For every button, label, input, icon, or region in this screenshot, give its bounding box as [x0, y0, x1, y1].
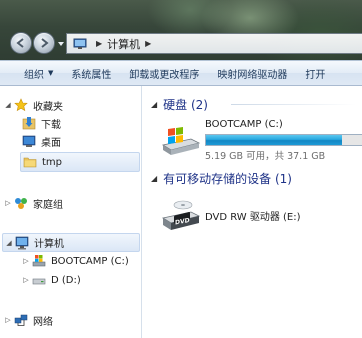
sidebar-item-label: 收藏夹	[33, 101, 63, 113]
system-properties-label: 系统属性	[71, 69, 112, 81]
forward-button[interactable]	[33, 32, 55, 54]
back-arrow-icon	[16, 38, 24, 48]
breadcrumb-separator-icon[interactable]: ▶	[96, 39, 102, 48]
sidebar-item-label: 下载	[41, 119, 61, 131]
organize-label: 组织	[24, 69, 44, 81]
navigation-pane: ◢ 收藏夹 下载 桌面 tmp ▷ 家庭组 ◢ 计算机 ▷ BOOTCAMP (…	[0, 86, 142, 338]
sidebar-item-favorites[interactable]: ◢ 收藏夹	[4, 96, 63, 114]
breadcrumb-separator-icon[interactable]: ▶	[145, 39, 151, 48]
drive-name: DVD RW 驱动器 (E:)	[205, 212, 301, 223]
dvd-drive-icon: DVD	[161, 200, 201, 230]
sidebar-item-bootcamp[interactable]: ▷ BOOTCAMP (C:)	[22, 252, 129, 270]
collapsed-arrow-icon[interactable]: ▷	[22, 276, 30, 284]
computer-icon	[73, 38, 87, 49]
group-header-label: 硬盘 (2)	[163, 97, 208, 112]
drive-tile-bootcamp[interactable]: BOOTCAMP (C:) 5.19 GB 可用，共 37.1 GB	[161, 119, 362, 165]
drive-usage-bar	[205, 134, 362, 146]
drive-icon	[32, 278, 46, 285]
group-header-removable-storage[interactable]: ◢ 有可移动存储的设备 (1)	[151, 170, 362, 186]
system-properties-button[interactable]: 系统属性	[62, 61, 120, 85]
computer-icon	[15, 236, 29, 249]
chevron-down-icon: ▼	[48, 69, 54, 77]
sidebar-item-tmp[interactable]: tmp	[20, 152, 140, 172]
content-pane: ◢ 硬盘 (2) BOOTCAMP (C:) 5.19 GB 可用，共 37.1…	[143, 86, 362, 338]
expanded-arrow-icon[interactable]: ◢	[151, 174, 157, 183]
sidebar-item-drive-d[interactable]: ▷ D (D:)	[22, 271, 81, 289]
group-header-hard-drives[interactable]: ◢ 硬盘 (2)	[151, 96, 356, 112]
breadcrumb-computer[interactable]: 计算机	[107, 36, 140, 52]
desktop-icon	[22, 135, 36, 147]
uninstall-program-button[interactable]: 卸载或更改程序	[120, 61, 208, 85]
address-bar[interactable]: ▶ 计算机 ▶	[66, 33, 362, 54]
map-network-drive-button[interactable]: 映射网络驱动器	[208, 61, 296, 85]
expanded-arrow-icon[interactable]: ◢	[4, 101, 12, 109]
sidebar-item-label: 网络	[33, 316, 53, 328]
sidebar-item-label: D (D:)	[51, 274, 81, 286]
sidebar-item-network[interactable]: ▷ 网络	[4, 311, 53, 329]
back-button[interactable]	[10, 32, 32, 54]
sidebar-item-label: 家庭组	[33, 199, 63, 211]
collapsed-arrow-icon[interactable]: ▷	[4, 199, 12, 207]
group-header-label: 有可移动存储的设备 (1)	[163, 171, 292, 186]
sidebar-item-homegroup[interactable]: ▷ 家庭组	[4, 194, 63, 212]
organize-button[interactable]: 组织 ▼	[0, 61, 62, 85]
open-button[interactable]: 打开	[296, 61, 334, 85]
map-network-drive-label: 映射网络驱动器	[217, 69, 288, 81]
sidebar-item-label: 计算机	[34, 239, 64, 250]
collapsed-arrow-icon[interactable]: ▷	[22, 257, 30, 265]
sidebar-item-computer[interactable]: ◢ 计算机	[2, 233, 140, 252]
forward-arrow-icon	[41, 38, 49, 48]
expanded-arrow-icon[interactable]: ◢	[151, 100, 157, 109]
sidebar-item-label: tmp	[42, 156, 63, 168]
downloads-folder-icon	[22, 117, 36, 130]
expanded-arrow-icon[interactable]: ◢	[5, 239, 13, 247]
drive-name: BOOTCAMP (C:)	[205, 119, 283, 130]
sidebar-item-downloads[interactable]: 下载	[22, 114, 61, 132]
sidebar-item-label: BOOTCAMP (C:)	[51, 255, 129, 267]
window-title-area: ▶ 计算机 ▶	[0, 0, 362, 60]
open-label: 打开	[305, 69, 326, 81]
star-icon	[14, 98, 28, 112]
folder-icon	[23, 157, 37, 168]
homegroup-icon	[15, 198, 27, 209]
windows-drive-icon	[32, 255, 46, 267]
command-bar: 组织 ▼ 系统属性 卸载或更改程序 映射网络驱动器 打开	[0, 60, 362, 86]
drive-tile-dvd[interactable]: DVD DVD RW 驱动器 (E:)	[161, 194, 361, 240]
recent-pages-chevron-icon[interactable]	[57, 40, 65, 48]
drive-free-space: 5.19 GB 可用，共 37.1 GB	[205, 151, 326, 162]
collapsed-arrow-icon[interactable]: ▷	[4, 316, 12, 324]
network-icon	[14, 314, 28, 326]
windows-hard-drive-icon	[161, 127, 201, 155]
group-divider	[231, 104, 356, 105]
sidebar-item-desktop[interactable]: 桌面	[22, 132, 61, 150]
drive-usage-fill	[206, 135, 342, 145]
uninstall-program-label: 卸载或更改程序	[129, 69, 200, 81]
sidebar-item-label: 桌面	[41, 137, 61, 149]
